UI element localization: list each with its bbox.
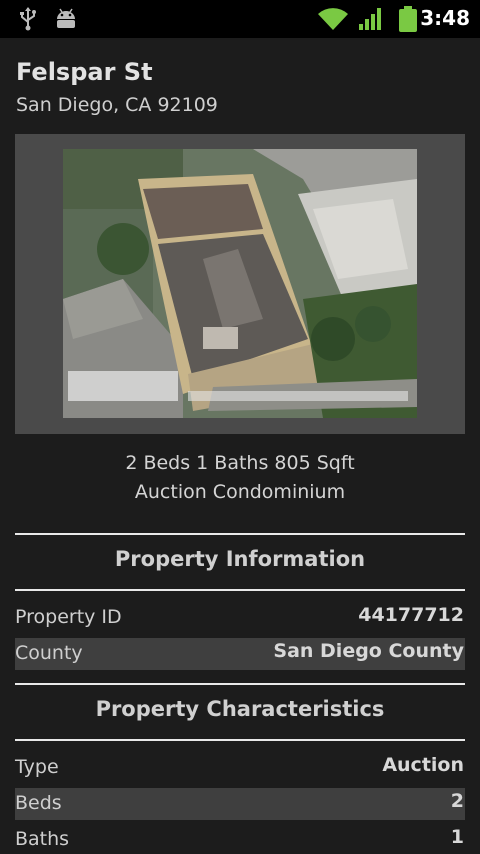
status-bar: 3:48 <box>0 0 480 38</box>
row-value: 44177712 <box>358 604 464 626</box>
row-value: San Diego County <box>273 640 464 662</box>
row-value: 1 <box>450 826 464 848</box>
usb-icon <box>18 7 38 35</box>
property-city: San Diego, CA 92109 <box>16 94 218 116</box>
property-detail[interactable]: Felspar St San Diego, CA 92109 2 Beds 1 … <box>0 38 480 854</box>
battery-icon <box>398 5 418 37</box>
row-label: Baths <box>15 828 70 850</box>
photo-frame <box>15 134 465 434</box>
summary-beds-baths-sqft: 2 Beds 1 Baths 805 Sqft <box>125 452 355 474</box>
row-property-id: Property ID 44177712 <box>15 602 465 634</box>
row-baths: Baths 1 <box>15 824 465 854</box>
property-photo[interactable] <box>63 149 417 418</box>
row-value: Auction <box>382 754 464 776</box>
summary-listing-type: Auction Condominium <box>134 481 346 503</box>
row-type: Type Auction <box>15 752 465 784</box>
row-label: Property ID <box>15 606 122 628</box>
property-street: Felspar St <box>16 58 153 86</box>
status-time: 3:48 <box>420 6 470 30</box>
section-title-property-information: Property Information <box>114 547 366 571</box>
row-label: Type <box>15 756 59 778</box>
row-label: County <box>15 642 83 664</box>
section-divider <box>15 589 465 591</box>
section-title-property-characteristics: Property Characteristics <box>95 697 385 721</box>
row-label: Beds <box>15 792 62 814</box>
signal-icon <box>358 7 384 35</box>
section-divider <box>15 683 465 685</box>
row-county: County San Diego County <box>15 638 465 670</box>
section-divider <box>15 739 465 741</box>
row-beds: Beds 2 <box>15 788 465 820</box>
row-value: 2 <box>450 790 464 812</box>
section-divider <box>15 533 465 535</box>
wifi-icon <box>317 6 349 36</box>
android-debug-icon <box>54 8 78 34</box>
